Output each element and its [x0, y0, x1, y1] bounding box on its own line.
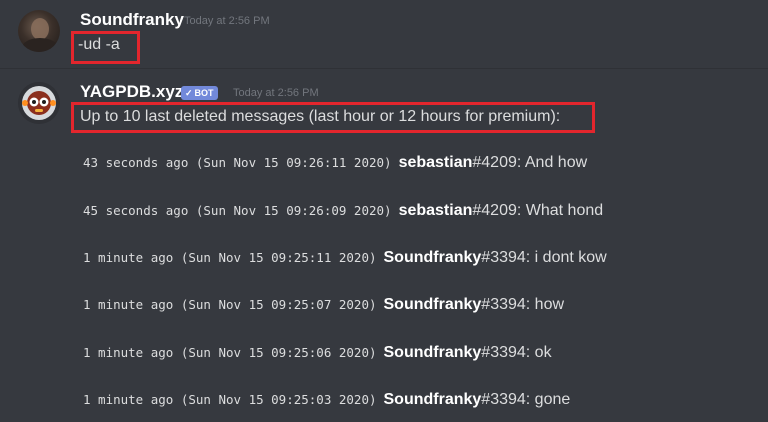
entry-username[interactable]: Soundfranky	[384, 391, 482, 409]
yagpdb-logo-icon	[18, 82, 60, 124]
entry-text: #4209: And how	[472, 154, 588, 171]
bot-author[interactable]: YAGPDB.xyz	[80, 82, 183, 102]
deleted-message-entry: 1 minute ago (Sun Nov 15 09:25:03 2020) …	[83, 391, 570, 413]
message-timestamp: Today at 2:56 PM	[184, 15, 270, 27]
entry-time: 1 minute ago (Sun Nov 15 09:25:03 2020)	[83, 392, 377, 407]
entry-text: #3394: i dont kow	[481, 249, 607, 266]
bot-avatar[interactable]	[18, 82, 60, 124]
bot-badge-label: BOT	[194, 88, 214, 98]
deleted-message-entry: 1 minute ago (Sun Nov 15 09:25:07 2020) …	[83, 296, 564, 318]
entry-text: #4209: What hond	[472, 202, 604, 219]
message-divider	[0, 68, 768, 69]
entry-username[interactable]: sebastian	[399, 202, 473, 220]
entry-text: #3394: how	[481, 296, 565, 313]
entry-username[interactable]: sebastian	[399, 154, 473, 172]
entry-text: #3394: gone	[481, 391, 571, 408]
message-author[interactable]: Soundfranky	[80, 10, 184, 30]
deleted-message-entry: 1 minute ago (Sun Nov 15 09:25:11 2020) …	[83, 249, 607, 271]
highlight-box-header	[71, 102, 595, 133]
entry-time: 1 minute ago (Sun Nov 15 09:25:11 2020)	[83, 250, 377, 265]
avatar-shoulders	[22, 38, 58, 52]
highlight-box-command	[71, 31, 140, 64]
entry-username[interactable]: Soundfranky	[384, 296, 482, 314]
entry-time: 1 minute ago (Sun Nov 15 09:25:06 2020)	[83, 345, 377, 360]
deleted-message-entry: 1 minute ago (Sun Nov 15 09:25:06 2020) …	[83, 344, 552, 366]
deleted-message-entry: 43 seconds ago (Sun Nov 15 09:26:11 2020…	[83, 154, 587, 176]
entry-username[interactable]: Soundfranky	[384, 249, 482, 267]
entry-time: 45 seconds ago (Sun Nov 15 09:26:09 2020…	[83, 203, 392, 218]
entry-username[interactable]: Soundfranky	[384, 344, 482, 362]
check-icon: ✓	[185, 88, 193, 98]
user-message-group: Soundfranky Today at 2:56 PM -ud -a	[0, 0, 768, 68]
bot-badge: ✓ BOT	[181, 86, 218, 100]
user-avatar[interactable]	[18, 10, 60, 52]
entry-time: 1 minute ago (Sun Nov 15 09:25:07 2020)	[83, 297, 377, 312]
avatar-face	[31, 18, 49, 40]
deleted-message-entry: 45 seconds ago (Sun Nov 15 09:26:09 2020…	[83, 202, 603, 224]
entry-text: #3394: ok	[481, 344, 552, 361]
bot-message-timestamp: Today at 2:56 PM	[233, 87, 319, 99]
entry-time: 43 seconds ago (Sun Nov 15 09:26:11 2020…	[83, 155, 392, 170]
